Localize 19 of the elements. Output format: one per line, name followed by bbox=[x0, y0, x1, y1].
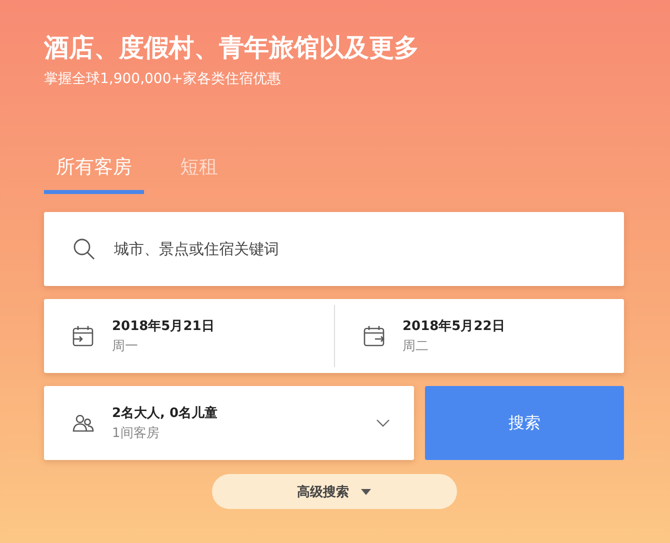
calendar-out-icon bbox=[362, 325, 384, 347]
advanced-search-button[interactable]: 高级搜索 bbox=[212, 474, 456, 509]
people-icon bbox=[72, 412, 94, 434]
weekday-text: 周一 bbox=[112, 338, 139, 355]
date-picker[interactable]: 2018年5月21日 周一 bbox=[44, 299, 334, 373]
calendar-in-icon bbox=[72, 325, 94, 347]
page-subtitle: 掌握全球1,900,000+家各类住宿优惠 bbox=[44, 70, 282, 88]
page-title: 酒店、度假村、青年旅馆以及更多 bbox=[44, 32, 420, 64]
weekday-text: 周二 bbox=[402, 338, 430, 355]
date-text: 2018年5月21日 bbox=[112, 318, 214, 335]
guests-text: 2名大人, 0名儿童 bbox=[112, 404, 218, 422]
chevron-down-icon bbox=[376, 419, 390, 427]
search-field[interactable]: 城市、景点或住宿关键词 bbox=[44, 212, 624, 286]
search-icon bbox=[72, 237, 96, 261]
guests-selector[interactable]: 2名大人, 0名儿童 1间客房 bbox=[44, 386, 414, 460]
rooms-text: 1间客房 bbox=[112, 425, 160, 442]
caret-icon bbox=[361, 488, 371, 494]
date-text: 2018年5月22日 bbox=[402, 318, 505, 335]
date-picker[interactable]: 2018年5月22日 周二 bbox=[334, 305, 624, 367]
